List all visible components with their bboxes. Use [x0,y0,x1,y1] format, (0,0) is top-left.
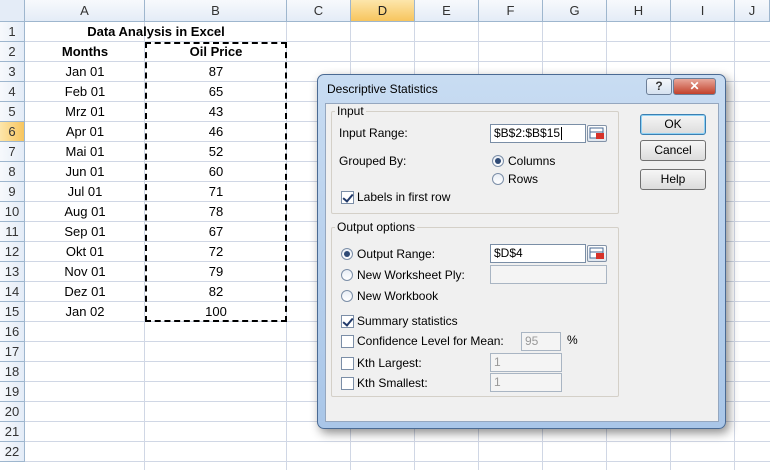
month-cell[interactable]: Jan 01 [25,62,145,82]
row-header-12[interactable]: 12 [0,242,25,262]
confidence-level-checkbox[interactable] [341,335,354,348]
kth-largest-label[interactable]: Kth Largest: [357,356,422,370]
grid-row-line [25,441,770,442]
new-worksheet-ply-field[interactable] [490,265,607,284]
month-cell[interactable]: Sep 01 [25,222,145,242]
range-select-icon [589,127,604,139]
row-header-22[interactable]: 22 [0,442,25,462]
help-button[interactable]: Help [640,169,706,190]
row-header-19[interactable]: 19 [0,382,25,402]
dialog-body: Input Input Range: $B$2:$B$15 Grouped By… [325,103,719,422]
input-range-label: Input Range: [339,126,408,140]
select-all-corner[interactable] [0,0,25,22]
percent-sign: % [567,333,578,347]
column-header-c[interactable]: C [287,0,351,22]
grid-row-line [25,461,770,462]
summary-statistics-label[interactable]: Summary statistics [357,314,458,328]
input-range-collapse-button[interactable] [587,125,607,142]
kth-smallest-field[interactable]: 1 [490,373,562,392]
row-header-2[interactable]: 2 [0,42,25,62]
row-header-9[interactable]: 9 [0,182,25,202]
column-header-b[interactable]: B [145,0,287,22]
month-cell[interactable]: Okt 01 [25,242,145,262]
output-range-collapse-button[interactable] [587,245,607,262]
output-range-radio[interactable] [341,248,353,260]
row-header-21[interactable]: 21 [0,422,25,442]
output-options-title: Output options [335,220,418,234]
new-worksheet-ply-label[interactable]: New Worksheet Ply: [357,268,465,282]
month-cell[interactable]: Jul 01 [25,182,145,202]
confidence-level-label[interactable]: Confidence Level for Mean: [357,334,504,348]
columns-radio[interactable] [492,155,504,167]
month-cell[interactable]: Nov 01 [25,262,145,282]
column-header-a[interactable]: A [25,0,145,22]
new-workbook-radio[interactable] [341,290,353,302]
new-worksheet-ply-radio[interactable] [341,269,353,281]
row-header-1[interactable]: 1 [0,22,25,42]
input-range-value: $B$2:$B$15 [494,126,561,140]
confidence-level-field[interactable]: 95 [521,332,561,351]
descriptive-statistics-dialog: Descriptive Statistics ? ✕ Input Input R… [317,74,726,429]
row-header-8[interactable]: 8 [0,162,25,182]
row-header-3[interactable]: 3 [0,62,25,82]
column-header-h[interactable]: H [607,0,671,22]
input-group-title: Input [335,104,366,118]
title-help-button[interactable]: ? [646,78,672,95]
column-header-g[interactable]: G [543,0,607,22]
rows-radio[interactable] [492,173,504,185]
row-header-13[interactable]: 13 [0,262,25,282]
row-header-18[interactable]: 18 [0,362,25,382]
output-range-field[interactable]: $D$4 [490,244,586,263]
row-header-6[interactable]: 6 [0,122,25,142]
new-workbook-label[interactable]: New Workbook [357,289,438,303]
month-cell[interactable]: Mai 01 [25,142,145,162]
labels-first-row-checkbox[interactable] [341,191,354,204]
row-header-7[interactable]: 7 [0,142,25,162]
dialog-title: Descriptive Statistics [327,82,438,96]
input-range-field[interactable]: $B$2:$B$15 [490,124,586,143]
kth-largest-checkbox[interactable] [341,357,354,370]
cancel-button[interactable]: Cancel [640,140,706,161]
month-cell[interactable]: Feb 01 [25,82,145,102]
sheet-title-cell[interactable]: Data Analysis in Excel [25,22,287,42]
row-header-4[interactable]: 4 [0,82,25,102]
month-cell[interactable]: Aug 01 [25,202,145,222]
rows-label[interactable]: Rows [508,172,538,186]
column-header-f[interactable]: F [479,0,543,22]
copy-marquee-selection [145,42,287,322]
kth-smallest-checkbox[interactable] [341,377,354,390]
month-cell[interactable]: Apr 01 [25,122,145,142]
range-select-icon [589,247,604,259]
row-header-20[interactable]: 20 [0,402,25,422]
row-header-14[interactable]: 14 [0,282,25,302]
text-caret [561,127,563,141]
column-header-j[interactable]: J [735,0,770,22]
row-header-10[interactable]: 10 [0,202,25,222]
column-header-d[interactable]: D [351,0,415,22]
ok-button[interactable]: OK [640,114,706,135]
row-header-15[interactable]: 15 [0,302,25,322]
columns-label[interactable]: Columns [508,154,555,168]
grouped-by-label: Grouped By: [339,154,407,168]
kth-smallest-label[interactable]: Kth Smallest: [357,376,428,390]
month-cell[interactable]: Jan 02 [25,302,145,322]
title-close-button[interactable]: ✕ [673,78,716,95]
output-range-label[interactable]: Output Range: [357,247,435,261]
months-header-cell[interactable]: Months [25,42,145,62]
row-header-11[interactable]: 11 [0,222,25,242]
grid-column-line [734,22,735,470]
row-header-5[interactable]: 5 [0,102,25,122]
row-header-16[interactable]: 16 [0,322,25,342]
month-cell[interactable]: Jun 01 [25,162,145,182]
kth-largest-field[interactable]: 1 [490,353,562,372]
summary-statistics-checkbox[interactable] [341,315,354,328]
month-cell[interactable]: Mrz 01 [25,102,145,122]
column-header-e[interactable]: E [415,0,479,22]
row-header-17[interactable]: 17 [0,342,25,362]
column-header-i[interactable]: I [671,0,735,22]
labels-first-row-label[interactable]: Labels in first row [357,190,450,204]
month-cell[interactable]: Dez 01 [25,282,145,302]
